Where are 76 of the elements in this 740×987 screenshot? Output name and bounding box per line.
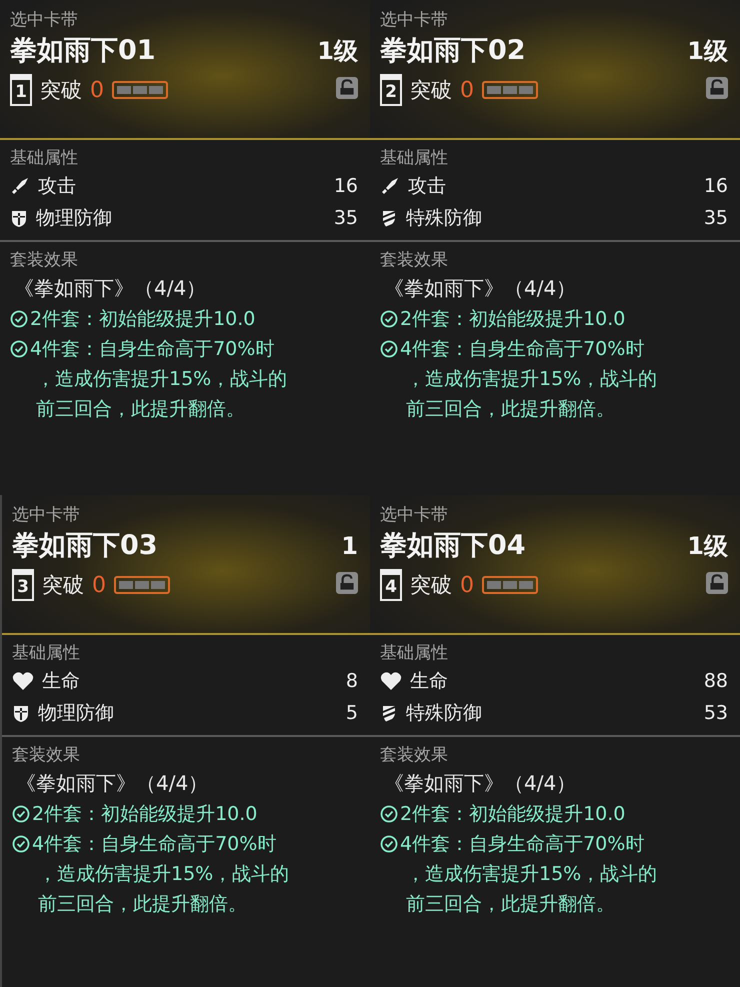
set-effect-text: 2件套：初始能级提升10.0 bbox=[32, 802, 258, 827]
section-label: 基础属性 bbox=[380, 147, 449, 170]
card-name: 拳如雨下04 bbox=[380, 529, 526, 563]
card-slot-icon: 1 bbox=[10, 74, 32, 106]
stat-value: 8 bbox=[346, 669, 358, 694]
card-name: 拳如雨下03 bbox=[12, 529, 158, 563]
progress-pips-icon bbox=[482, 576, 538, 594]
section-label: 基础属性 bbox=[12, 642, 81, 665]
section-label: 选中卡带 bbox=[380, 9, 449, 32]
card-level: 1级 bbox=[317, 36, 358, 67]
striped-shield-icon bbox=[380, 208, 398, 228]
breakthrough-label: 突破 bbox=[40, 77, 82, 104]
stat-name: 物理防御 bbox=[36, 206, 112, 231]
set-name: 《拳如雨下》（4/4） bbox=[384, 275, 578, 302]
set-name: 《拳如雨下》（4/4） bbox=[384, 770, 578, 797]
section-label: 基础属性 bbox=[380, 642, 449, 665]
breakthrough-value: 0 bbox=[90, 78, 104, 102]
stat-name: 生命 bbox=[410, 669, 448, 694]
stat-value: 35 bbox=[334, 206, 358, 231]
stat-value: 53 bbox=[704, 701, 728, 726]
card-name: 拳如雨下01 bbox=[10, 34, 156, 68]
stat-value: 35 bbox=[704, 206, 728, 231]
lock-icon[interactable] bbox=[706, 77, 728, 99]
stat-name: 特殊防御 bbox=[406, 206, 482, 231]
section-label: 选中卡带 bbox=[10, 9, 79, 32]
card-slot-icon: 3 bbox=[12, 569, 34, 601]
breakthrough-label: 突破 bbox=[42, 572, 84, 599]
stat-value: 88 bbox=[704, 669, 728, 694]
heart-icon bbox=[380, 671, 402, 691]
card-slot-icon: 4 bbox=[380, 569, 402, 601]
breakthrough-label: 突破 bbox=[410, 572, 452, 599]
card-name: 拳如雨下02 bbox=[380, 34, 526, 68]
section-label: 套装效果 bbox=[380, 249, 449, 272]
set-effect-text: 2件套：初始能级提升10.0 bbox=[30, 307, 256, 332]
section-label: 选中卡带 bbox=[12, 504, 81, 527]
set-effect-text: 4件套：自身生命高于70%时 ，造成伤害提升15%，战斗的 前三回合，此提升翻倍。 bbox=[30, 337, 288, 422]
section-label: 套装效果 bbox=[10, 249, 79, 272]
stat-name: 攻击 bbox=[408, 174, 446, 199]
lock-icon[interactable] bbox=[336, 77, 358, 99]
progress-pips-icon bbox=[112, 81, 168, 99]
section-label: 基础属性 bbox=[10, 147, 79, 170]
shield-icon bbox=[10, 208, 28, 228]
stat-value: 16 bbox=[704, 174, 728, 199]
breakthrough-label: 突破 bbox=[410, 77, 452, 104]
shield-icon bbox=[12, 703, 30, 723]
set-name: 《拳如雨下》（4/4） bbox=[16, 770, 210, 797]
sword-icon bbox=[10, 176, 30, 196]
progress-pips-icon bbox=[482, 81, 538, 99]
sword-icon bbox=[380, 176, 400, 196]
stat-name: 特殊防御 bbox=[406, 701, 482, 726]
card-level: 1级 bbox=[687, 36, 728, 67]
lock-icon[interactable] bbox=[706, 572, 728, 594]
lock-icon[interactable] bbox=[336, 572, 358, 594]
stat-name: 生命 bbox=[42, 669, 80, 694]
card-level: 1级 bbox=[687, 531, 728, 562]
stat-value: 16 bbox=[334, 174, 358, 199]
section-label: 选中卡带 bbox=[380, 504, 449, 527]
striped-shield-icon bbox=[380, 703, 398, 723]
stat-name: 攻击 bbox=[38, 174, 76, 199]
set-effect-text: 4件套：自身生命高于70%时 ，造成伤害提升15%，战斗的 前三回合，此提升翻倍。 bbox=[32, 832, 290, 917]
set-effect-text: 4件套：自身生命高于70%时 ，造成伤害提升15%，战斗的 前三回合，此提升翻倍。 bbox=[400, 832, 658, 917]
set-effect-text: 4件套：自身生命高于70%时 ，造成伤害提升15%，战斗的 前三回合，此提升翻倍。 bbox=[400, 337, 658, 422]
breakthrough-value: 0 bbox=[92, 572, 106, 598]
section-label: 套装效果 bbox=[380, 744, 449, 767]
set-effect-text: 2件套：初始能级提升10.0 bbox=[400, 802, 626, 827]
set-effect-text: 2件套：初始能级提升10.0 bbox=[400, 307, 626, 332]
heart-icon bbox=[12, 671, 34, 691]
section-label: 套装效果 bbox=[12, 744, 81, 767]
progress-pips-icon bbox=[114, 576, 170, 594]
card-level: 1 bbox=[341, 532, 358, 560]
breakthrough-value: 0 bbox=[460, 572, 474, 598]
card-slot-icon: 2 bbox=[380, 74, 402, 106]
breakthrough-value: 0 bbox=[460, 78, 474, 102]
stat-value: 5 bbox=[346, 701, 358, 726]
stat-name: 物理防御 bbox=[38, 701, 114, 726]
set-name: 《拳如雨下》（4/4） bbox=[14, 275, 208, 302]
